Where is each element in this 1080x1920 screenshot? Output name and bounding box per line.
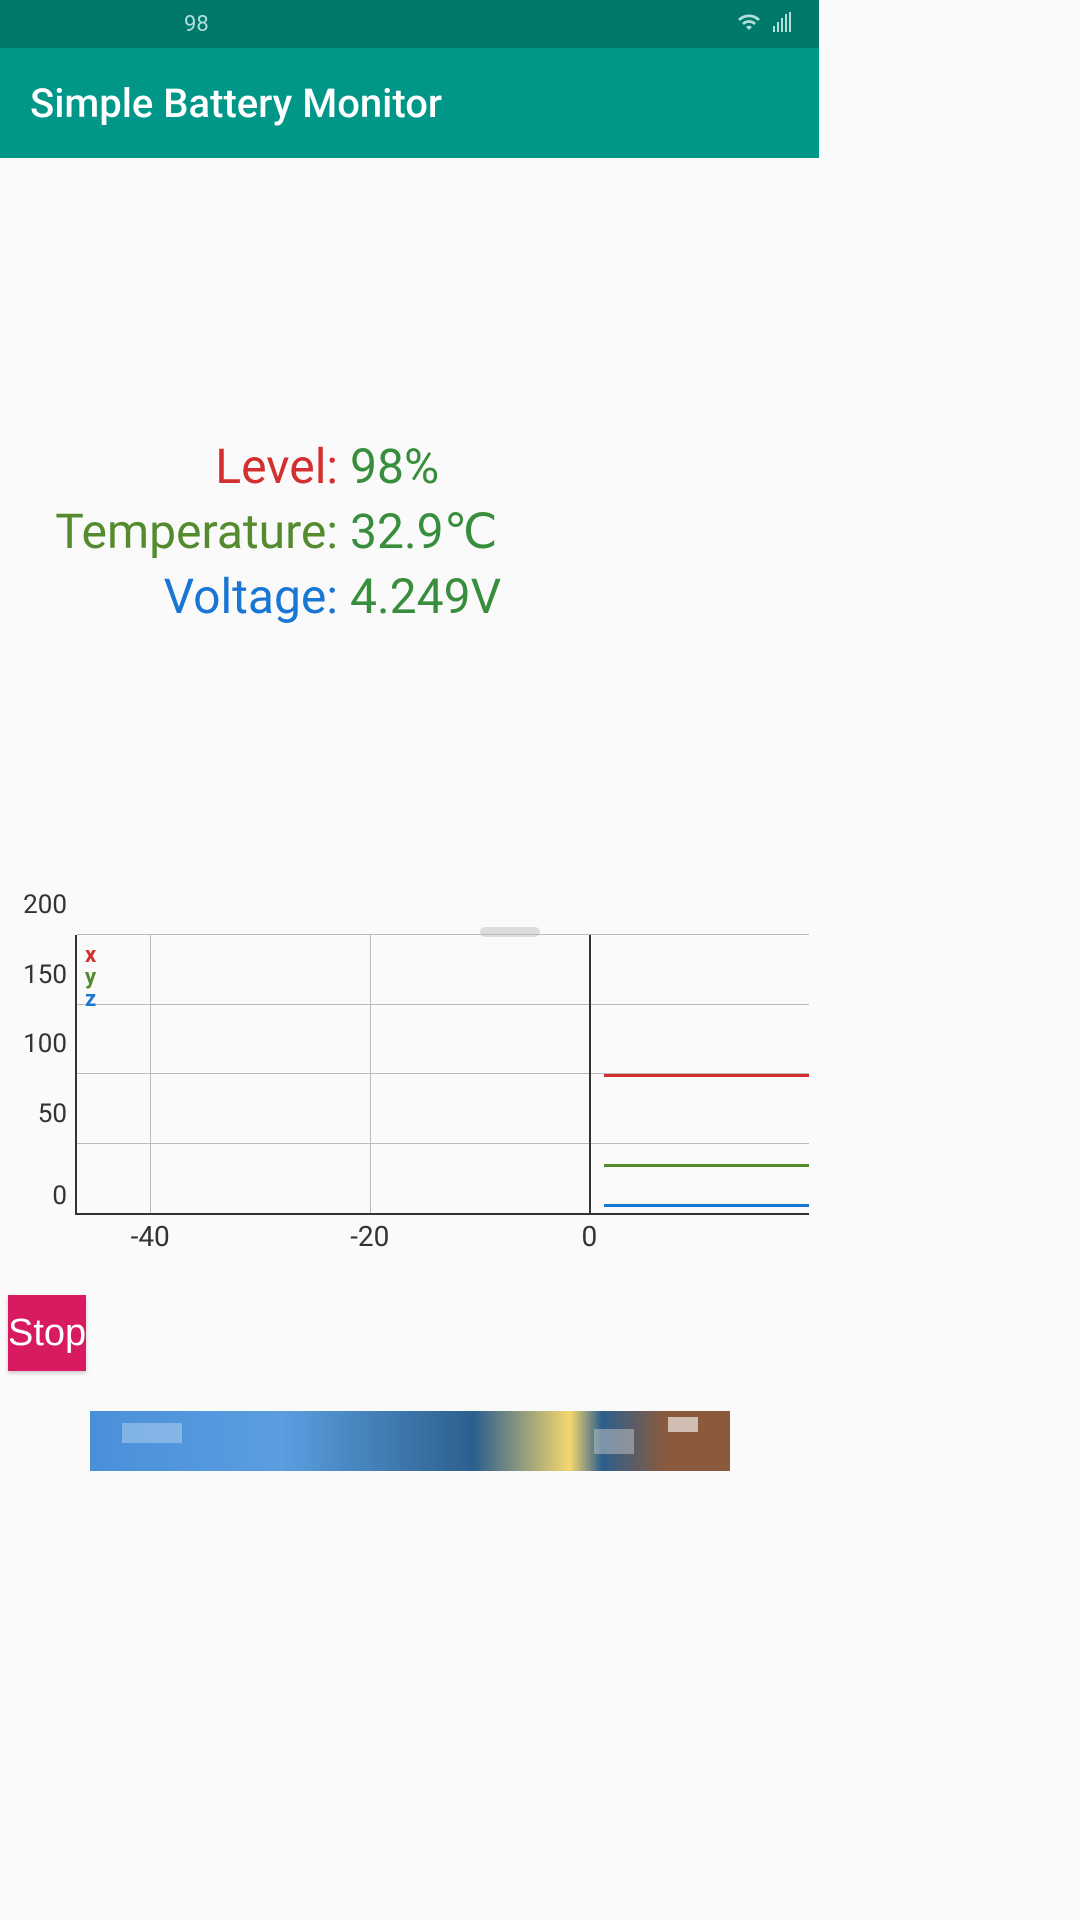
temperature-label: Temperature: <box>20 503 338 560</box>
x-tick: 0 <box>582 1220 598 1253</box>
main-content: Level: 98% Temperature: 32.9℃ Voltage: 4… <box>0 438 819 1471</box>
y-tick: 100 <box>12 1029 67 1059</box>
ad-pixel <box>122 1423 182 1443</box>
stop-button[interactable]: Stop <box>8 1295 86 1371</box>
chart-legend: x y z <box>85 945 96 1011</box>
level-row: Level: 98% <box>20 438 799 495</box>
grid-line <box>77 1143 809 1144</box>
temperature-value: 32.9℃ <box>350 503 498 560</box>
grid-line <box>150 935 151 1213</box>
voltage-row: Voltage: 4.249V <box>20 568 799 625</box>
grid-line <box>77 1004 809 1005</box>
chart-series-y <box>604 1164 809 1167</box>
app-bar: Simple Battery Monitor <box>0 48 819 158</box>
status-bar: 98 <box>0 0 819 48</box>
chart-plot-area: 0 50 100 150 200 -40 -20 0 x y z <box>75 935 809 1215</box>
level-label: Level: <box>20 438 338 495</box>
chart[interactable]: 0 50 100 150 200 -40 -20 0 x y z <box>0 935 819 1265</box>
chart-scroll-indicator <box>480 927 540 937</box>
voltage-label: Voltage: <box>20 568 338 625</box>
grid-line <box>370 935 371 1213</box>
voltage-value: 4.249V <box>350 568 501 625</box>
app-title: Simple Battery Monitor <box>30 80 442 127</box>
y-tick: 50 <box>12 1099 67 1129</box>
signal-icon <box>771 10 795 38</box>
grid-line <box>77 934 809 935</box>
legend-y: y <box>85 967 96 989</box>
ad-pixel <box>594 1429 634 1454</box>
legend-z: z <box>85 989 96 1011</box>
x-tick: -20 <box>350 1220 389 1253</box>
temperature-row: Temperature: 32.9℃ <box>20 503 799 560</box>
battery-stats: Level: 98% Temperature: 32.9℃ Voltage: 4… <box>0 438 819 625</box>
wifi-icon <box>737 10 761 38</box>
y-tick: 0 <box>12 1181 67 1211</box>
y-tick: 150 <box>12 960 67 990</box>
x-tick: -40 <box>131 1220 170 1253</box>
y-tick: 200 <box>12 890 67 920</box>
status-battery-text: 98 <box>184 12 209 37</box>
legend-x: x <box>85 945 96 967</box>
ad-banner[interactable] <box>90 1411 730 1471</box>
chart-series-z <box>604 1204 809 1207</box>
status-icons <box>737 10 795 38</box>
chart-series-x <box>604 1074 809 1077</box>
grid-line <box>589 935 591 1213</box>
level-value: 98% <box>350 438 439 495</box>
ad-pixel <box>668 1417 698 1432</box>
